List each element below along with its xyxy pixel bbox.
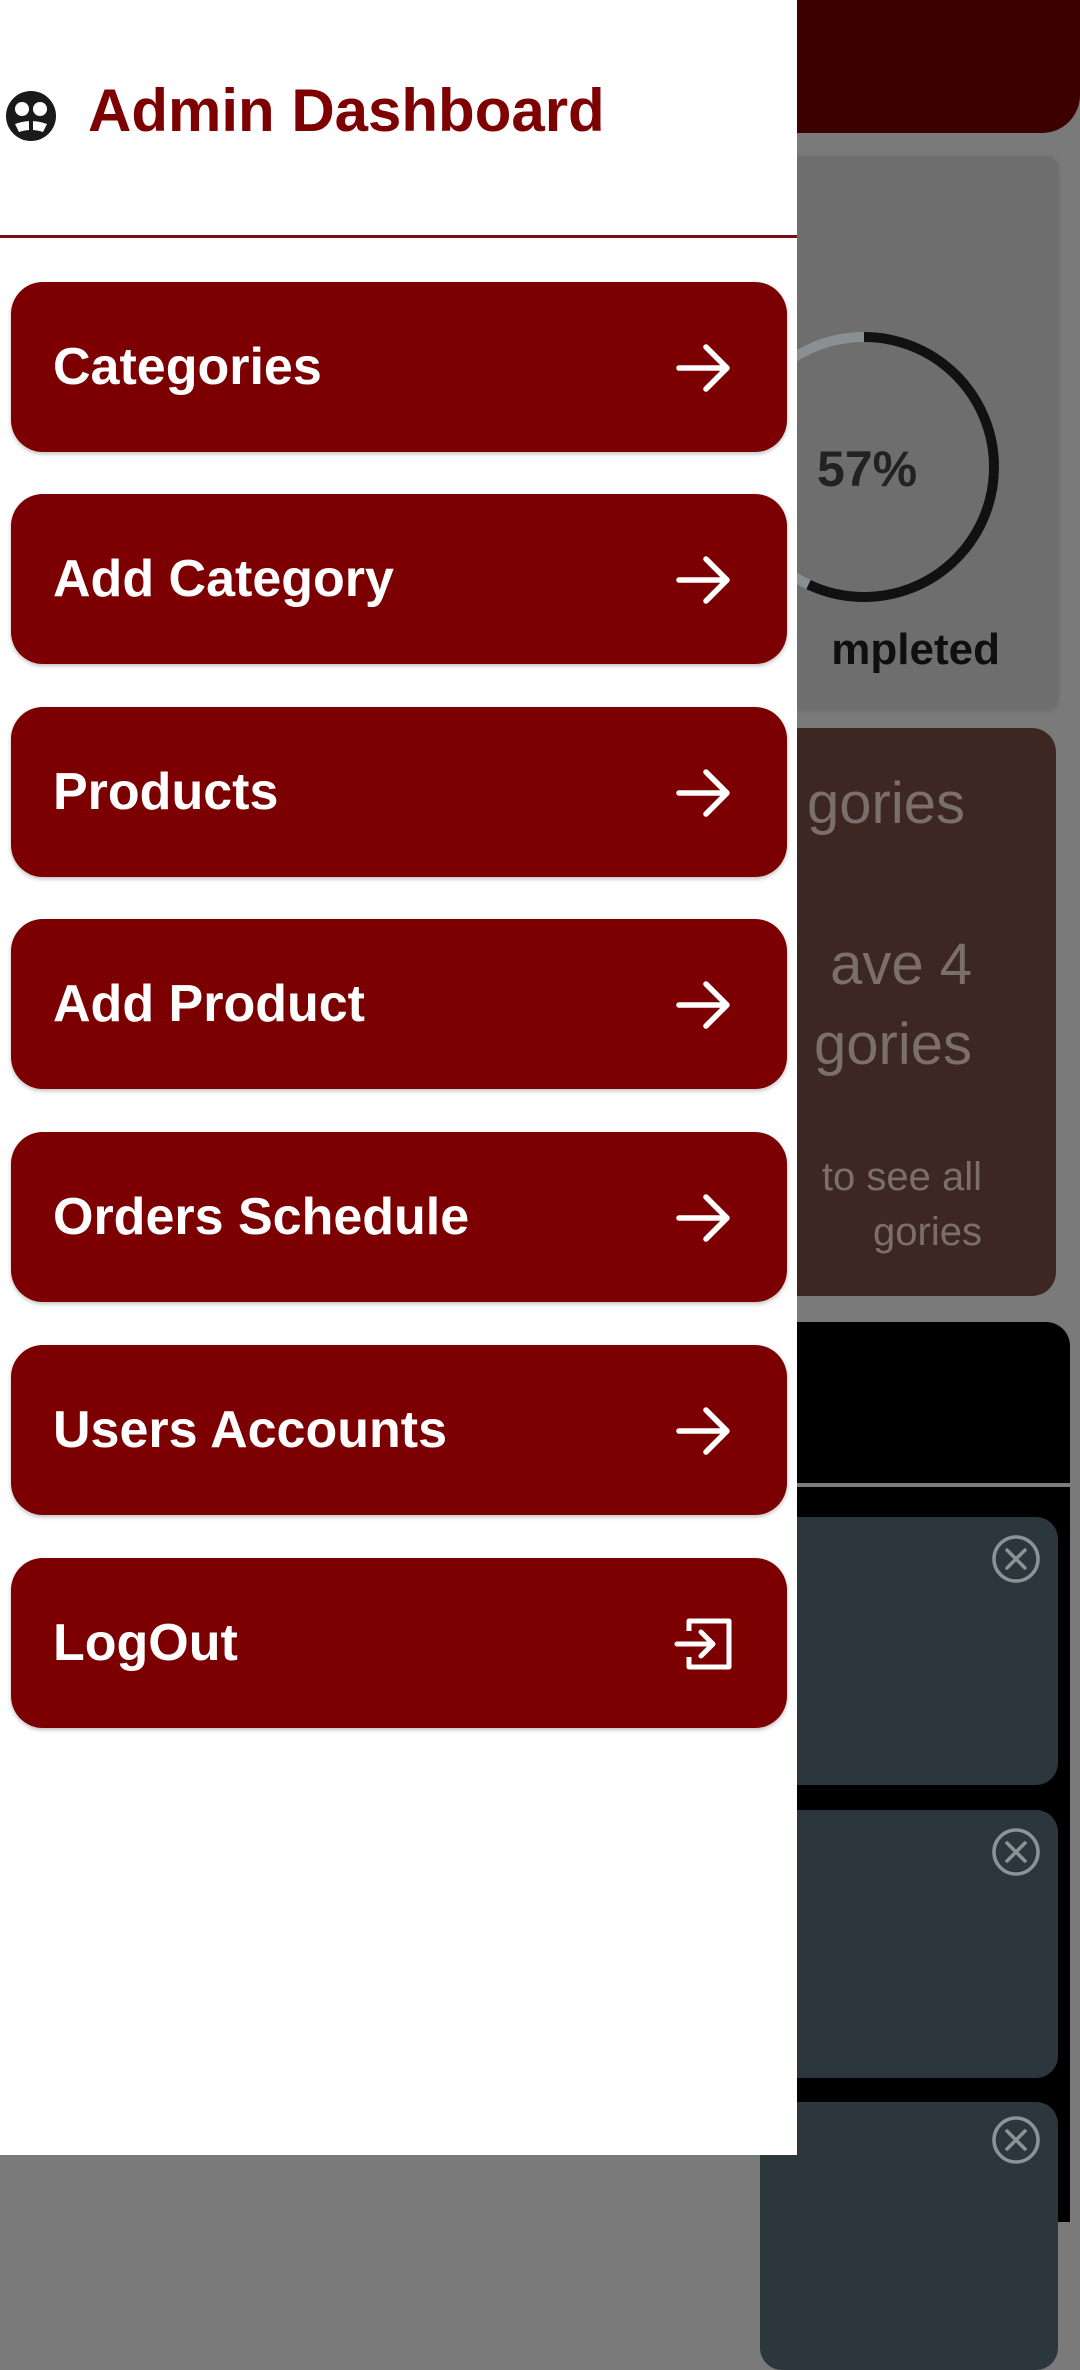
arrow-right-icon xyxy=(676,556,730,604)
menu-item-orders-schedule[interactable]: Orders Schedule xyxy=(11,1132,787,1302)
menu-item-logout[interactable]: LogOut xyxy=(11,1558,787,1728)
logout-icon xyxy=(674,1618,732,1670)
drawer-title: Admin Dashboard xyxy=(88,77,605,144)
admin-face-icon xyxy=(6,91,56,141)
menu-item-add-category[interactable]: Add Category xyxy=(11,494,787,664)
menu-item-label: Add Product xyxy=(53,975,365,1033)
menu-item-add-product[interactable]: Add Product xyxy=(11,919,787,1089)
close-circle-icon[interactable] xyxy=(990,2114,1042,2166)
menu-item-products[interactable]: Products xyxy=(11,707,787,877)
close-circle-icon[interactable] xyxy=(990,1533,1042,1585)
menu-item-label: Products xyxy=(53,763,279,821)
close-circle-icon[interactable] xyxy=(990,1826,1042,1878)
menu-item-users-accounts[interactable]: Users Accounts xyxy=(11,1345,787,1515)
arrow-right-icon xyxy=(676,769,730,817)
menu-item-label: Orders Schedule xyxy=(53,1188,470,1246)
menu-item-label: Users Accounts xyxy=(53,1401,447,1459)
drawer-header: Admin Dashboard xyxy=(0,0,797,238)
navigation-drawer: Admin Dashboard Categories Add Category … xyxy=(0,0,797,2155)
arrow-right-icon xyxy=(676,1194,730,1242)
menu-item-categories[interactable]: Categories xyxy=(11,282,787,452)
notifications-divider xyxy=(760,1483,1070,1487)
arrow-right-icon xyxy=(676,1407,730,1455)
arrow-right-icon xyxy=(676,344,730,392)
menu-item-label: Categories xyxy=(53,338,322,396)
arrow-right-icon xyxy=(676,981,730,1029)
menu-item-label: LogOut xyxy=(53,1614,238,1672)
progress-percent: 57% xyxy=(816,441,918,497)
menu-item-label: Add Category xyxy=(53,550,394,608)
